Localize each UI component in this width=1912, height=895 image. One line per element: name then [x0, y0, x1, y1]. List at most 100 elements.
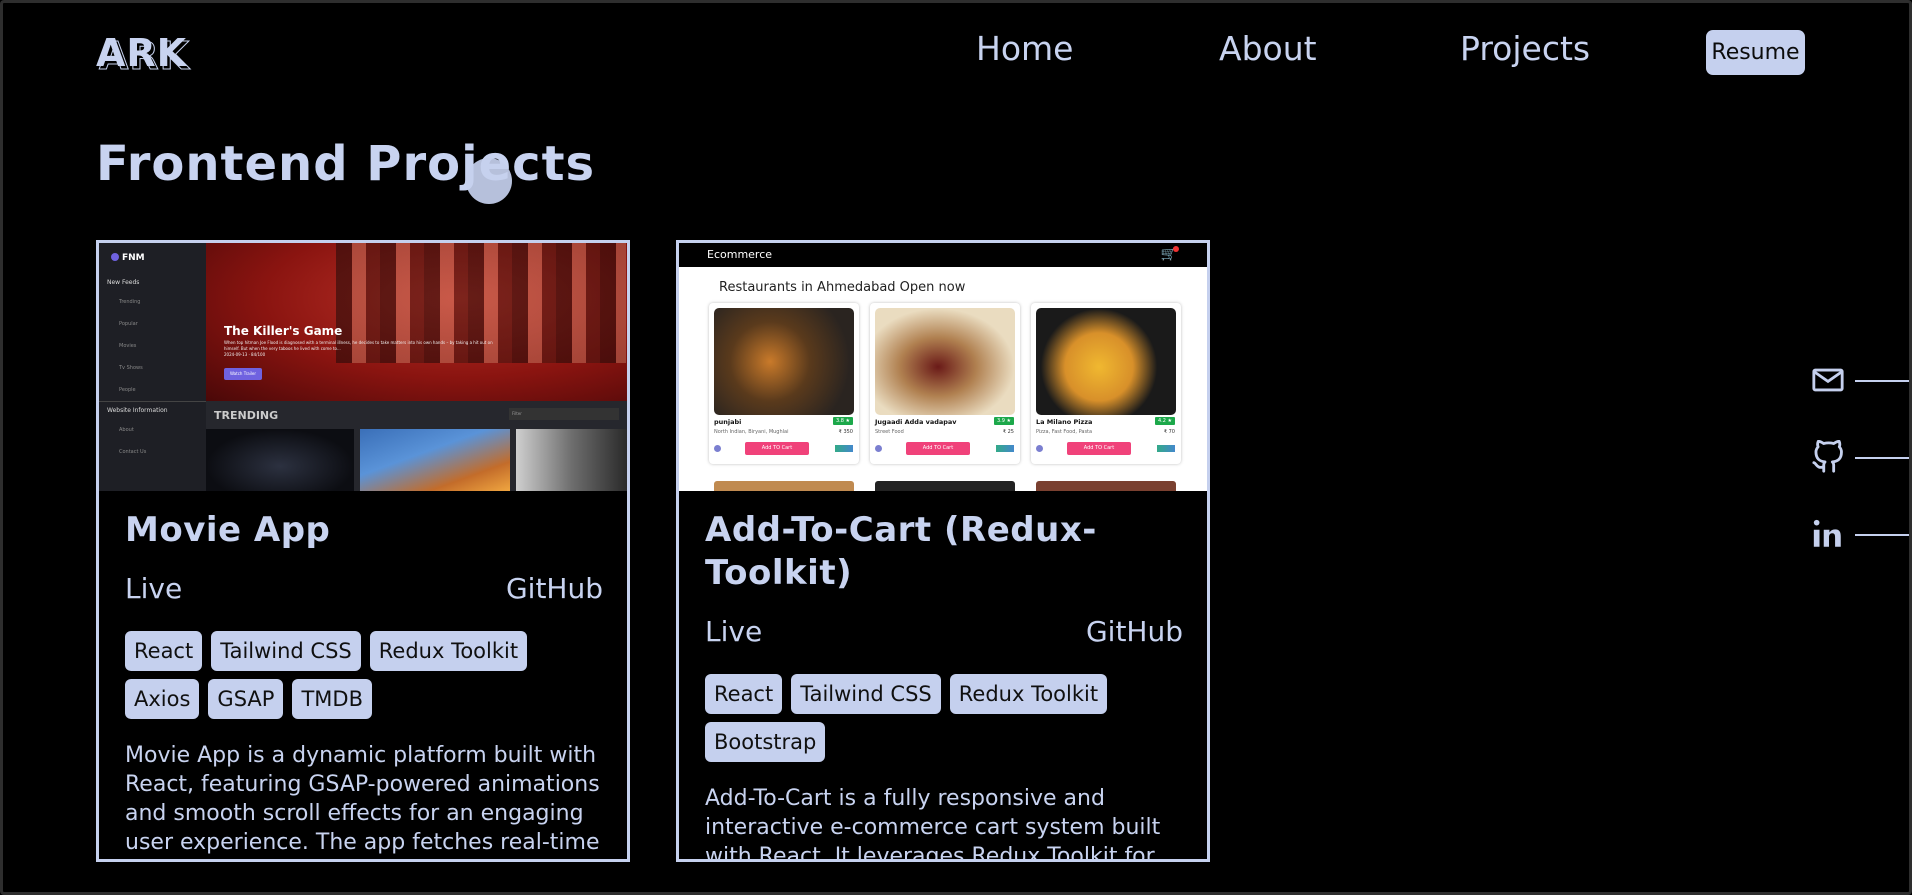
product-cuisine: Street Food — [875, 429, 904, 435]
project-title: Add-To-Cart (Redux-Toolkit) — [705, 510, 1097, 593]
preview-trailer-button: Watch Trailer — [224, 368, 262, 380]
tech-tag: React — [125, 631, 203, 671]
project-description: Add-To-Cart is a fully responsive and in… — [705, 786, 1161, 862]
product-image — [875, 308, 1015, 415]
preview-trending: TRENDING Filter — [206, 401, 627, 491]
preview-poster — [360, 429, 510, 491]
preview-hero-text: When top hitman Joe Flood is diagnosed w… — [224, 340, 493, 357]
tech-tag: GSAP — [208, 679, 284, 719]
product-name: La Milano Pizza — [1036, 418, 1093, 426]
preview-hero-title: The Killer's Game — [224, 324, 343, 338]
preview-feeds-label: New Feeds — [107, 279, 140, 286]
tech-tag: TMDB — [292, 679, 372, 719]
tech-tag: Redux Toolkit — [949, 674, 1108, 714]
preview-product-card: La Milano Pizza 4.2 ★ Pizza, Fast Food, … — [1031, 303, 1181, 464]
nav-home[interactable]: Home — [976, 29, 1073, 68]
tech-tag: Tailwind CSS — [211, 631, 361, 671]
preview-info-item: About — [119, 427, 134, 433]
preview-feed-item: Trending — [119, 299, 141, 305]
product-name: Jugaadi Adda vadapav — [875, 418, 957, 426]
linkedin-icon — [1813, 519, 1841, 547]
tech-tags: React Tailwind CSS Redux Toolkit Axios G… — [125, 631, 603, 719]
product-rating: 3.8 ★ — [832, 417, 853, 425]
project-card-body: Movie App Live GitHub React Tailwind CSS… — [125, 491, 603, 857]
social-line — [1855, 457, 1909, 459]
product-badge-icon — [1157, 445, 1175, 452]
logo-outline: ARK — [98, 34, 191, 79]
tech-tag: Axios — [125, 679, 200, 719]
product-rating: 3.9 ★ — [993, 417, 1014, 425]
product-badge-icon — [835, 445, 853, 452]
add-to-cart-button: Add TO Cart — [906, 442, 970, 455]
tech-tag: Tailwind CSS — [791, 674, 941, 714]
product-price: ₹ 70 — [1163, 429, 1175, 435]
product-rating: 4.2 ★ — [1154, 417, 1175, 425]
tech-tag: React — [705, 674, 783, 714]
project-links: Live GitHub — [705, 615, 1183, 648]
preview-product-card-partial — [875, 481, 1015, 491]
social-line — [1855, 380, 1909, 382]
preview-divider — [99, 401, 206, 402]
nav-projects[interactable]: Projects — [1460, 29, 1590, 68]
project-description: Movie App is a dynamic platform built wi… — [125, 743, 600, 855]
add-to-cart-button: Add TO Cart — [745, 442, 809, 455]
product-price: ₹ 25 — [1002, 429, 1014, 435]
project-preview-movie-app: FNM New Feeds Trending Popular Movies Tv… — [99, 243, 627, 491]
project-links: Live GitHub — [125, 572, 603, 605]
tech-tag: Bootstrap — [705, 722, 826, 762]
preview-feed-item: Tv Shows — [119, 365, 143, 371]
product-name: punjabi — [714, 418, 742, 426]
product-image — [1036, 308, 1176, 415]
preview-poster — [516, 429, 627, 491]
preview-filter: Filter — [509, 408, 619, 420]
custom-cursor — [466, 158, 512, 204]
preview-info-item: Contact Us — [119, 449, 147, 455]
product-badge-icon — [996, 445, 1014, 452]
preview-product-card: Jugaadi Adda vadapav 3.9 ★ Street Food ₹… — [870, 303, 1020, 464]
nav-about[interactable]: About — [1219, 29, 1317, 68]
add-to-cart-button: Add TO Cart — [1067, 442, 1131, 455]
preview-brand: Ecommerce — [707, 248, 773, 261]
product-icon — [714, 445, 721, 452]
linkedin-link[interactable] — [1811, 517, 1909, 551]
product-image — [714, 308, 854, 415]
live-link[interactable]: Live — [705, 615, 762, 648]
github-link-social[interactable] — [1811, 440, 1909, 474]
github-link[interactable]: GitHub — [1086, 615, 1183, 648]
github-icon — [1812, 440, 1843, 473]
preview-heading: Restaurants in Ahmedabad Open now — [719, 280, 966, 295]
social-line — [1855, 534, 1909, 536]
preview-poster — [206, 429, 354, 491]
product-price: ₹ 350 — [838, 429, 853, 435]
preview-product-card: punjabi 3.8 ★ North Indian, Biryani, Mug… — [709, 303, 859, 464]
preview-feed-item: Movies — [119, 343, 137, 349]
product-cuisine: Pizza, Fast Food, Pasta — [1036, 429, 1093, 435]
preview-trending-label: TRENDING — [214, 409, 279, 422]
preview-feed-item: People — [119, 387, 136, 393]
project-preview-add-to-cart: Ecommerce 🛒 Restaurants in Ahmedabad Ope… — [679, 243, 1207, 491]
project-card-add-to-cart: Ecommerce 🛒 Restaurants in Ahmedabad Ope… — [676, 240, 1210, 862]
preview-sidebar: FNM New Feeds Trending Popular Movies Tv… — [99, 243, 206, 491]
project-card-body: Add-To-Cart (Redux-Toolkit) Live GitHub … — [705, 491, 1183, 862]
section-title: Frontend Projects — [96, 136, 596, 192]
github-link[interactable]: GitHub — [506, 572, 603, 605]
project-card-movie-app: FNM New Feeds Trending Popular Movies Tv… — [96, 240, 630, 862]
preview-hero: The Killer's Game When top hitman Joe Fl… — [206, 243, 627, 401]
project-title: Movie App — [125, 510, 331, 550]
preview-info-label: Website Information — [107, 407, 168, 414]
mail-link[interactable] — [1811, 363, 1909, 397]
preview-ecommerce: Ecommerce 🛒 Restaurants in Ahmedabad Ope… — [679, 243, 1207, 491]
tech-tags: React Tailwind CSS Redux Toolkit Bootstr… — [705, 674, 1183, 762]
resume-button[interactable]: Resume — [1706, 30, 1805, 75]
preview-brand: FNM — [111, 253, 145, 263]
preview-product-card-partial — [1036, 481, 1176, 491]
page-frame: ARK ARK Home About Projects Resume Front… — [0, 0, 1912, 895]
tech-tag: Redux Toolkit — [369, 631, 528, 671]
product-cuisine: North Indian, Biryani, Mughlai — [714, 429, 789, 435]
product-icon — [875, 445, 882, 452]
preview-navbar: Ecommerce 🛒 — [679, 243, 1207, 267]
cart-badge — [1173, 246, 1179, 252]
preview-feed-item: Popular — [119, 321, 138, 327]
site-logo[interactable]: ARK ARK — [96, 31, 191, 79]
live-link[interactable]: Live — [125, 572, 182, 605]
